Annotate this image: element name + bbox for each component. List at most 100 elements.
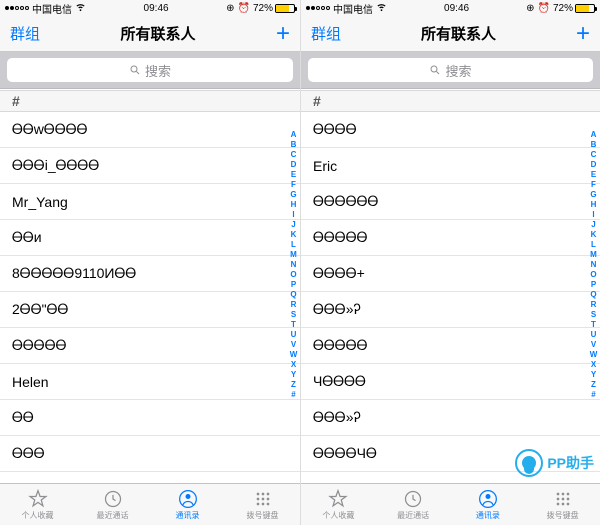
index-letter[interactable]: I <box>288 210 299 220</box>
search-input[interactable]: 搜索 <box>7 58 293 82</box>
tab-recents[interactable]: 最近通话 <box>75 484 150 525</box>
tab-recents[interactable]: 最近通话 <box>376 484 451 525</box>
section-header: # <box>301 90 600 112</box>
index-letter[interactable]: # <box>588 390 599 400</box>
index-letter[interactable]: J <box>288 220 299 230</box>
alpha-index[interactable]: ABCDEFGHIJKLMNOPQRSTUVWXYZ# <box>588 130 599 475</box>
alpha-index[interactable]: ABCDEFGHIJKLMNOPQRSTUVWXYZ# <box>288 130 299 475</box>
index-letter[interactable]: N <box>588 260 599 270</box>
index-letter[interactable]: V <box>588 340 599 350</box>
index-letter[interactable]: W <box>288 350 299 360</box>
index-letter[interactable]: A <box>288 130 299 140</box>
list-item[interactable]: ᎾᎾᎾᎾ <box>301 112 600 148</box>
index-letter[interactable]: W <box>588 350 599 360</box>
index-letter[interactable]: D <box>588 160 599 170</box>
index-letter[interactable]: K <box>588 230 599 240</box>
index-letter[interactable]: Q <box>288 290 299 300</box>
index-letter[interactable]: B <box>588 140 599 150</box>
tab-label: 个人收藏 <box>22 510 54 521</box>
contact-icon <box>478 489 498 509</box>
list-item[interactable]: ᎾᎾᎾi_ᎾᎾᎾᎾ <box>0 148 300 184</box>
search-icon <box>129 64 141 76</box>
list-item[interactable]: ᎾᎾᎾᎾᎾ <box>0 328 300 364</box>
list-item[interactable]: ᎾᎾᎾᎾᎾ <box>301 328 600 364</box>
tab-keypad[interactable]: 拨号键盘 <box>225 484 300 525</box>
index-letter[interactable]: X <box>588 360 599 370</box>
index-letter[interactable]: V <box>288 340 299 350</box>
groups-button[interactable]: 群组 <box>311 23 341 44</box>
index-letter[interactable]: P <box>588 280 599 290</box>
tab-contacts[interactable]: 通讯录 <box>150 484 225 525</box>
add-contact-button[interactable]: + <box>276 22 290 46</box>
index-letter[interactable]: X <box>288 360 299 370</box>
index-letter[interactable]: C <box>588 150 599 160</box>
index-letter[interactable]: Z <box>288 380 299 390</box>
list-item[interactable]: ᎾᎾᎾᎾᎾᎾ <box>0 472 300 483</box>
index-letter[interactable]: Z <box>588 380 599 390</box>
index-letter[interactable]: C <box>288 150 299 160</box>
list-item[interactable]: Mr_Yang <box>0 184 300 220</box>
contacts-list[interactable]: # ᎾᎾwᎾᎾᎾᎾ ᎾᎾᎾi_ᎾᎾᎾᎾ Mr_Yang ᎾᎾи 8ᎾᎾᎾᎾᎾ91… <box>0 90 300 483</box>
index-letter[interactable]: F <box>588 180 599 190</box>
index-letter[interactable]: U <box>288 330 299 340</box>
index-letter[interactable]: B <box>288 140 299 150</box>
list-item[interactable]: ᎾᎾᎾᎾᎾᎾ <box>301 184 600 220</box>
index-letter[interactable]: M <box>288 250 299 260</box>
search-placeholder: 搜索 <box>145 61 171 80</box>
index-letter[interactable]: G <box>288 190 299 200</box>
index-letter[interactable]: O <box>588 270 599 280</box>
list-item[interactable]: 2ᎾᎾ"ᎾᎾ <box>0 292 300 328</box>
index-letter[interactable]: R <box>588 300 599 310</box>
index-letter[interactable]: S <box>288 310 299 320</box>
tab-contacts[interactable]: 通讯录 <box>451 484 526 525</box>
index-letter[interactable]: # <box>288 390 299 400</box>
index-letter[interactable]: M <box>588 250 599 260</box>
list-item[interactable]: ᎾᎾᎾ»Ꭾ <box>301 400 600 436</box>
index-letter[interactable]: O <box>288 270 299 280</box>
groups-button[interactable]: 群组 <box>10 23 40 44</box>
index-letter[interactable]: A <box>588 130 599 140</box>
list-item[interactable]: ᎾᎾи <box>0 220 300 256</box>
list-item[interactable]: ᎾᎾᎾᎾЧᎾ <box>301 436 600 472</box>
index-letter[interactable]: K <box>288 230 299 240</box>
tab-favorites[interactable]: 个人收藏 <box>301 484 376 525</box>
contacts-list[interactable]: # ᎾᎾᎾᎾ Eric ᎾᎾᎾᎾᎾᎾ ᎾᎾᎾᎾᎾ ᎾᎾᎾᎾ+ ᎾᎾᎾ»Ꭾ ᎾᎾᎾ… <box>301 90 600 483</box>
list-item[interactable]: ᎾᎾᎾᎾ"± <box>301 472 600 483</box>
list-item[interactable]: ᎾᎾᎾ <box>0 436 300 472</box>
index-letter[interactable]: L <box>288 240 299 250</box>
list-item[interactable]: ᎾᎾ <box>0 400 300 436</box>
add-contact-button[interactable]: + <box>576 22 590 46</box>
index-letter[interactable]: R <box>288 300 299 310</box>
index-letter[interactable]: S <box>588 310 599 320</box>
index-letter[interactable]: H <box>588 200 599 210</box>
list-item[interactable]: ᎾᎾᎾ»Ꭾ <box>301 292 600 328</box>
index-letter[interactable]: L <box>588 240 599 250</box>
index-letter[interactable]: T <box>288 320 299 330</box>
list-item[interactable]: Eric <box>301 148 600 184</box>
index-letter[interactable]: Q <box>588 290 599 300</box>
index-letter[interactable]: T <box>588 320 599 330</box>
index-letter[interactable]: Y <box>288 370 299 380</box>
index-letter[interactable]: Y <box>588 370 599 380</box>
index-letter[interactable]: G <box>588 190 599 200</box>
index-letter[interactable]: D <box>288 160 299 170</box>
list-item[interactable]: 8ᎾᎾᎾᎾᎾ9110ИᎾᎾ <box>0 256 300 292</box>
index-letter[interactable]: J <box>588 220 599 230</box>
index-letter[interactable]: U <box>588 330 599 340</box>
index-letter[interactable]: N <box>288 260 299 270</box>
battery-indicator: 72% <box>553 3 595 14</box>
tab-favorites[interactable]: 个人收藏 <box>0 484 75 525</box>
list-item[interactable]: ЧᎾᎾᎾᎾ <box>301 364 600 400</box>
index-letter[interactable]: I <box>588 210 599 220</box>
index-letter[interactable]: H <box>288 200 299 210</box>
search-input[interactable]: 搜索 <box>308 58 593 82</box>
tab-keypad[interactable]: 拨号键盘 <box>525 484 600 525</box>
list-item[interactable]: ᎾᎾwᎾᎾᎾᎾ <box>0 112 300 148</box>
index-letter[interactable]: E <box>288 170 299 180</box>
list-item[interactable]: ᎾᎾᎾᎾᎾ <box>301 220 600 256</box>
index-letter[interactable]: E <box>588 170 599 180</box>
index-letter[interactable]: P <box>288 280 299 290</box>
index-letter[interactable]: F <box>288 180 299 190</box>
list-item[interactable]: ᎾᎾᎾᎾ+ <box>301 256 600 292</box>
list-item[interactable]: Helen <box>0 364 300 400</box>
